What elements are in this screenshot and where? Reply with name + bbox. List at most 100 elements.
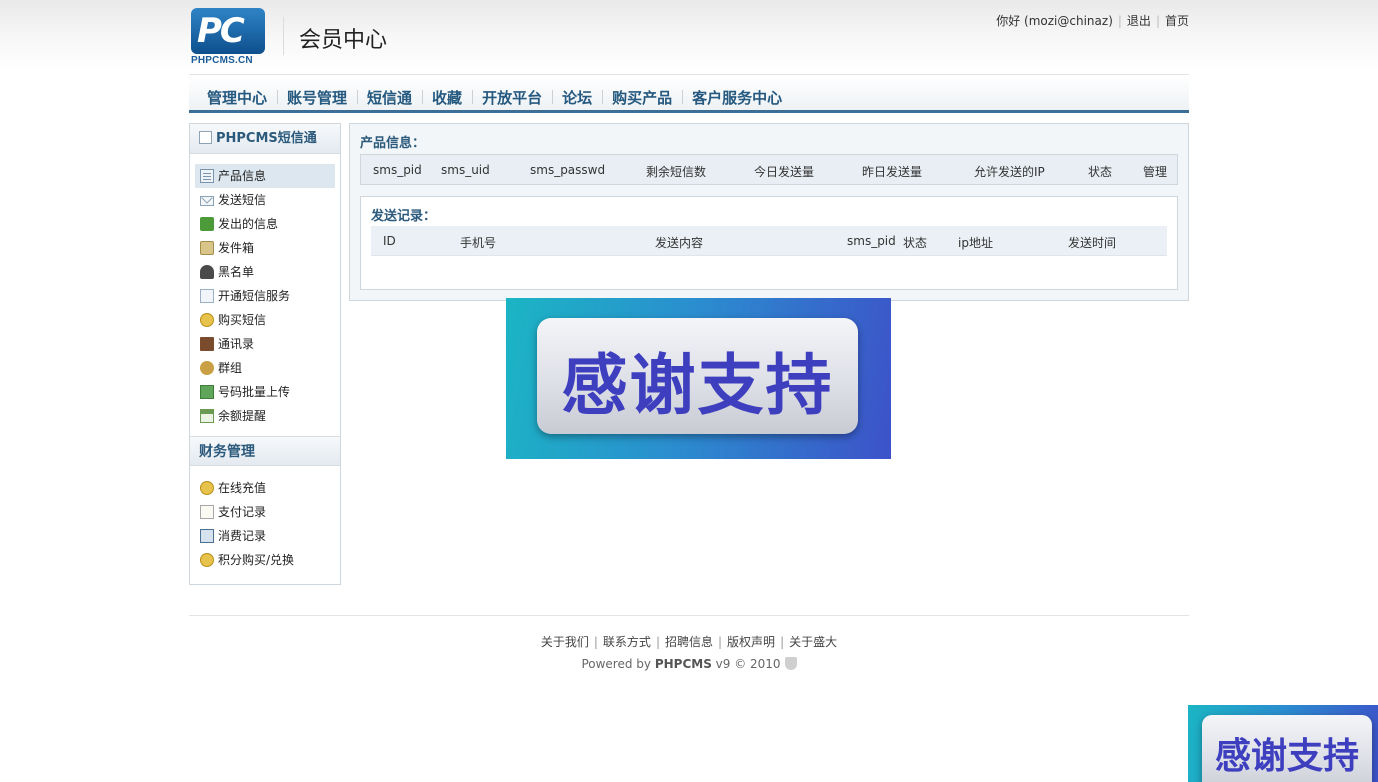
mail-icon [200,196,214,206]
sidebar-item-buy-sms[interactable]: 购买短信 [195,308,335,332]
thanks-button: 感谢支持 [537,318,858,434]
box-icon [200,241,214,255]
sidebar-item-label: 群组 [218,361,243,375]
thanks-banner-small: 感谢支持 [1188,705,1378,782]
nav-item-manage-center[interactable]: 管理中心 [197,87,277,108]
nav-item-favorites[interactable]: 收藏 [422,87,472,108]
product-info-title: 产品信息： [360,136,426,151]
sidebar-item-payment-log[interactable]: 支付记录 [195,500,335,524]
sidebar-item-label: 积分购买/兑换 [218,553,295,567]
sidebar-section-sms-title: PHPCMS短信通 [190,124,340,154]
sidebar-sms-list: 产品信息 发送短信 发出的信息 发件箱 黑名单 开通短信服务 购买短信 通讯录 … [190,154,340,436]
sidebar-item-product-info[interactable]: 产品信息 [195,164,335,188]
send-log-table-header: ID 手机号 发送内容 sms_pid 状态 ip地址 发送时间 [371,226,1167,256]
outbox-icon [200,217,214,231]
column-header: 允许发送的IP [974,165,1045,179]
card-icon [200,289,214,303]
sidebar-item-sent[interactable]: 发出的信息 [195,212,335,236]
column-header: ID [383,234,396,248]
send-log-panel: 发送记录： ID 手机号 发送内容 sms_pid 状态 ip地址 发送时间 [360,196,1178,290]
footer-link-jobs[interactable]: 招聘信息 [665,635,713,649]
doc-icon [200,169,214,183]
divider: | [593,635,598,649]
nav-item-open-platform[interactable]: 开放平台 [472,87,552,108]
top-links: 你好 (mozi@chinaz) | 退出 | 首页 [996,12,1189,29]
thanks-text-small: 感谢支持 [1214,736,1359,777]
sidebar-item-groups[interactable]: 群组 [195,356,335,380]
coins-icon [200,481,214,495]
sidebar-item-recharge[interactable]: 在线充值 [195,476,335,500]
column-header: ip地址 [958,236,993,250]
column-header: 管理 [1143,165,1168,179]
sidebar-item-open-service[interactable]: 开通短信服务 [195,284,335,308]
column-header: 状态 [1088,165,1113,179]
main-content: 产品信息： sms_pid sms_uid sms_passwd 剩余短信数 今… [349,123,1189,301]
column-header: sms_uid [441,163,490,177]
divider: | [1155,14,1160,28]
sidebar-item-label: 余额提醒 [218,409,267,423]
sidebar-item-label: 发件箱 [218,241,255,255]
sidebar: PHPCMS短信通 产品信息 发送短信 发出的信息 发件箱 黑名单 开通短信服务… [189,123,341,585]
home-link[interactable]: 首页 [1165,14,1189,28]
sidebar-item-label: 在线充值 [218,481,267,495]
shield-icon [784,657,797,670]
sidebar-item-label: 消费记录 [218,529,267,543]
footer-link-about[interactable]: 关于我们 [541,635,589,649]
powered-brand[interactable]: PHPCMS [655,657,712,671]
powered-by: Powered by PHPCMS v9 © 2010 [189,657,1189,671]
calendar-icon [200,409,214,423]
nav-item-service[interactable]: 客户服务中心 [682,87,792,108]
sidebar-section-sms-label: PHPCMS短信通 [216,131,317,146]
sitemap-icon [199,131,212,144]
send-log-title: 发送记录： [371,209,437,224]
sidebar-item-label: 发送短信 [218,193,267,207]
sidebar-item-label: 产品信息 [218,169,267,183]
greeting-text: 你好 (mozi@chinaz) [996,14,1113,28]
footer-link-shanda[interactable]: 关于盛大 [789,635,837,649]
divider: | [1117,14,1122,28]
footer-link-contact[interactable]: 联系方式 [603,635,651,649]
calculator-icon [200,529,214,543]
sidebar-item-label: 黑名单 [218,265,255,279]
nav-item-buy[interactable]: 购买产品 [602,87,682,108]
sidebar-item-outbox[interactable]: 发件箱 [195,236,335,260]
sidebar-item-balance-alert[interactable]: 余额提醒 [195,404,335,428]
column-header: sms_pid [373,163,422,177]
column-header: 剩余短信数 [646,165,707,179]
sidebar-item-bulk-upload[interactable]: 号码批量上传 [195,380,335,404]
column-header: sms_pid [847,234,896,248]
coins-icon [200,313,214,327]
phpcms-logo[interactable]: PC PHPCMS.CN [191,8,267,66]
thanks-button-small: 感谢支持 [1202,715,1372,782]
sidebar-finance-list: 在线充值 支付记录 消费记录 积分购买/兑换 [190,466,340,580]
nav-item-account[interactable]: 账号管理 [277,87,357,108]
sidebar-item-spend-log[interactable]: 消费记录 [195,524,335,548]
page-title: 会员中心 [299,28,388,53]
column-header: 发送内容 [655,236,704,250]
column-header: 发送时间 [1068,236,1117,250]
book-icon [200,337,214,351]
footer-divider [189,615,1189,616]
sidebar-item-send-sms[interactable]: 发送短信 [195,188,335,212]
coins-icon [200,553,214,567]
sidebar-item-blacklist[interactable]: 黑名单 [195,260,335,284]
column-header: 状态 [903,236,928,250]
divider: | [655,635,660,649]
column-header: 手机号 [460,236,497,250]
sidebar-section-finance-title: 财务管理 [190,436,340,466]
nav-item-forum[interactable]: 论坛 [552,87,602,108]
nav-item-sms[interactable]: 短信通 [357,87,422,108]
sidebar-item-label: 号码批量上传 [218,385,291,399]
logout-link[interactable]: 退出 [1127,14,1151,28]
thanks-banner: 感谢支持 [506,298,891,459]
product-table-header: sms_pid sms_uid sms_passwd 剩余短信数 今日发送量 昨… [360,154,1178,185]
user-icon [200,265,214,279]
footer-link-copyright[interactable]: 版权声明 [727,635,775,649]
sidebar-item-points[interactable]: 积分购买/兑换 [195,548,335,572]
paper-icon [200,505,214,519]
main-nav: 管理中心 账号管理 短信通 收藏 开放平台 论坛 购买产品 客户服务中心 [189,74,1189,113]
upload-icon [200,385,214,399]
logo-text: PHPCMS.CN [191,55,253,66]
sidebar-item-contacts[interactable]: 通讯录 [195,332,335,356]
sidebar-item-label: 购买短信 [218,313,267,327]
